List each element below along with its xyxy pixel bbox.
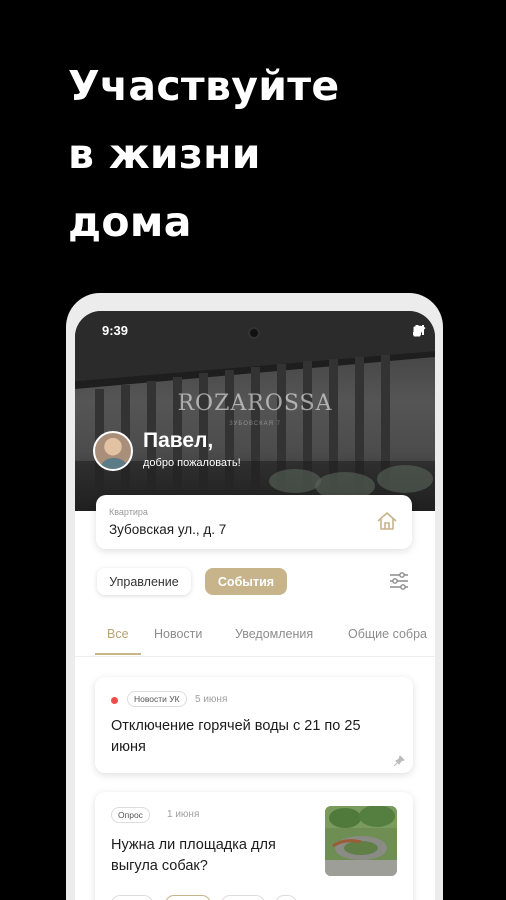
dog-park-photo <box>325 806 397 876</box>
filter-icon[interactable] <box>388 570 410 592</box>
promo-headline: Участвуйте в жизни дома <box>68 52 468 256</box>
news-card[interactable]: Новости УК 5 июня Отключение горячей вод… <box>95 677 413 773</box>
card-title-line-2: выгула собак? <box>111 858 208 874</box>
poll-option-1[interactable] <box>111 895 153 900</box>
apartment-label: Квартира <box>109 507 148 517</box>
tab-notifications[interactable]: Уведомления <box>235 627 313 641</box>
card-title-line-1: Нужна ли площадка для <box>111 837 276 853</box>
segment-management[interactable]: Управление <box>97 568 191 595</box>
news-tabs: Все Новости Уведомления Общие собра <box>75 619 435 657</box>
avatar[interactable] <box>93 431 133 471</box>
poll-option-3[interactable] <box>221 895 265 900</box>
status-time: 9:39 <box>102 323 129 338</box>
category-badge: Опрос <box>111 807 150 823</box>
greeting-subtitle: добро пожаловать! <box>143 457 241 469</box>
poll-card[interactable]: Опрос 1 июня Нужна ли площадка для выгул… <box>95 792 413 900</box>
greeting-name: Павел, <box>143 429 214 452</box>
tab-news[interactable]: Новости <box>154 627 202 641</box>
tab-all[interactable]: Все <box>107 627 129 641</box>
headline-line-3: дома <box>68 198 192 246</box>
apartment-card[interactable]: Квартира Зубовская ул., д. 7 <box>96 495 412 549</box>
card-date: 5 июня <box>195 694 228 705</box>
unread-indicator <box>111 697 118 704</box>
brand-logo: ROZAROSSA <box>177 391 333 416</box>
poll-option-2[interactable] <box>165 895 211 900</box>
active-tab-indicator <box>95 653 141 655</box>
card-title-line-2: июня <box>111 739 146 755</box>
front-camera <box>248 327 260 339</box>
app-screen: 9:39 ROZAROSSA ЗУБОВСКАЯ 7 Павел, добро … <box>75 311 435 900</box>
card-title-line-1: Отключение горячей воды с 21 по 25 <box>111 718 361 734</box>
battery-icon <box>413 325 421 337</box>
card-date: 1 июня <box>167 809 200 820</box>
tab-general-meetings[interactable]: Общие собра <box>348 627 427 641</box>
status-bar: 9:39 <box>75 321 435 341</box>
segment-events[interactable]: События <box>205 568 287 595</box>
headline-line-1: Участвуйте <box>68 62 340 110</box>
headline-line-2: в жизни <box>68 130 261 178</box>
poll-option-4[interactable] <box>275 895 297 900</box>
apartment-address: Зубовская ул., д. 7 <box>109 522 227 537</box>
pin-icon <box>393 755 405 767</box>
hero-banner: 9:39 ROZAROSSA ЗУБОВСКАЯ 7 Павел, добро … <box>75 311 435 511</box>
home-icon[interactable] <box>376 511 398 531</box>
brand-subtitle: ЗУБОВСКАЯ 7 <box>229 421 281 427</box>
category-badge: Новости УК <box>127 691 187 707</box>
